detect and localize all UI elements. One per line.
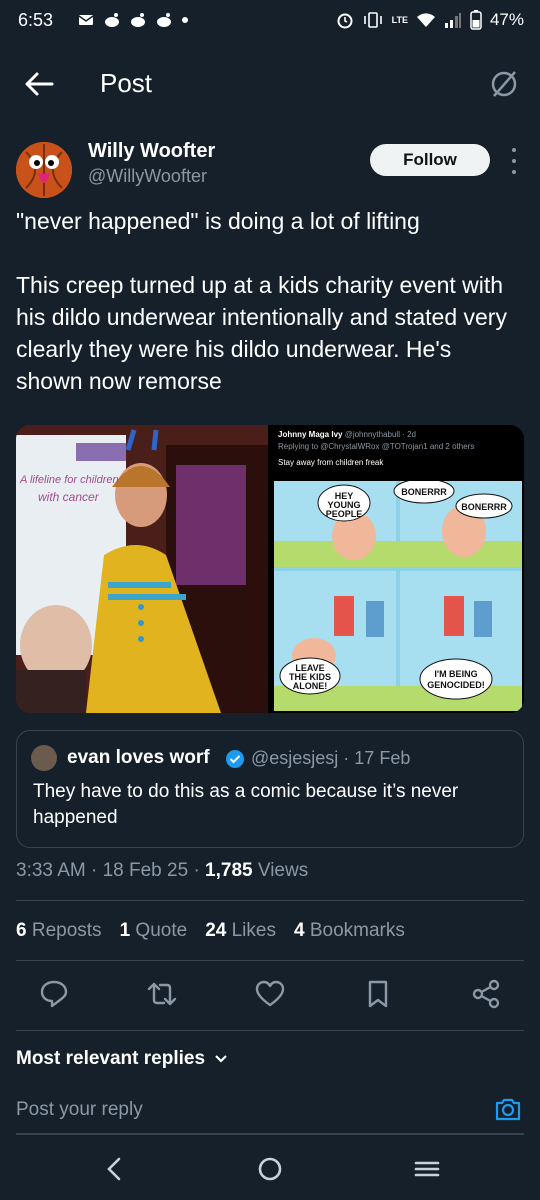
page-title: Post	[100, 68, 153, 98]
app-notification-icon	[131, 13, 145, 27]
like-heart-icon[interactable]	[254, 978, 286, 1010]
mail-icon	[78, 15, 94, 25]
quoted-post[interactable]: evan loves worf @esjesjesj · 17 Feb They…	[16, 730, 524, 848]
nav-back-icon[interactable]	[100, 1154, 130, 1184]
media-photo-charity-event[interactable]: A lifeline for children with cancer	[16, 425, 268, 713]
notification-icons	[78, 12, 188, 28]
quoted-display-name: evan loves worf	[67, 747, 210, 768]
reply-underline	[16, 1133, 524, 1135]
wifi-icon	[416, 13, 435, 27]
comic-bubble-bonerrr-1: BONERRR	[401, 487, 447, 497]
top-bar: Post	[0, 56, 540, 112]
post-stats: 6 Reposts 1 Quote 24 Likes 4 Bookmarks	[16, 920, 405, 942]
more-notifications-dot-icon	[182, 17, 188, 23]
bookmark-icon[interactable]	[362, 978, 394, 1010]
divider	[16, 900, 524, 901]
quoted-text: They have to do this as a comic because …	[33, 781, 459, 828]
likes-stat[interactable]: 24 Likes	[205, 920, 276, 942]
status-right-icons: LTE 47%	[336, 10, 524, 30]
follow-button[interactable]: Follow	[370, 144, 490, 176]
replies-sort-label: Most relevant replies	[16, 1048, 206, 1069]
avatar-image	[16, 142, 72, 198]
divider	[16, 1030, 524, 1031]
alarm-icon	[337, 13, 353, 29]
status-time: 6:53	[18, 10, 54, 30]
views-count: 1,785	[205, 860, 253, 881]
nav-recents-icon[interactable]	[412, 1154, 442, 1184]
nav-home-icon[interactable]	[255, 1154, 285, 1184]
signal-icon	[444, 13, 461, 28]
replies-sort-dropdown[interactable]: Most relevant replies	[16, 1048, 229, 1070]
back-arrow-icon[interactable]	[22, 68, 56, 100]
avatar[interactable]	[16, 142, 72, 198]
grok-icon[interactable]	[488, 68, 520, 100]
network-type-label: LTE	[391, 14, 408, 25]
embedded-post-header: Johnny Maga Ivy @johnnythabull · 2d Repl…	[278, 429, 518, 469]
divider	[16, 960, 524, 961]
comic-bubble-im-being-genocided: I'M BEING GENOCIDED!	[427, 669, 485, 690]
embedded-post-name: Johnny Maga Ivy	[278, 430, 343, 439]
embedded-post-handle: @johnnythabull · 2d	[344, 430, 416, 439]
embedded-post-text: Stay away from children freak	[278, 458, 384, 467]
post-text: "never happened" is doing a lot of lifti…	[16, 208, 507, 394]
sign-text-line1: A lifeline for children	[19, 474, 119, 486]
embedded-post-replying: Replying to @ChrystalWRox @TOTrojan1 and…	[278, 442, 475, 451]
post-meta: 3:33 AM · 18 Feb 25 · 1,785 Views	[16, 860, 308, 882]
more-options-icon[interactable]	[508, 148, 520, 174]
quotes-stat[interactable]: 1 Quote	[120, 920, 188, 942]
comic-bubble-bonerrr-2: BONERRR	[461, 502, 507, 512]
app-notification-icon	[105, 13, 119, 27]
bookmarks-stat[interactable]: 4 Bookmarks	[294, 920, 405, 942]
app-notification-icon	[157, 13, 171, 27]
action-bar	[0, 978, 540, 1018]
reply-icon[interactable]	[38, 978, 70, 1010]
quoted-handle-date: @esjesjesj · 17 Feb	[251, 748, 411, 768]
vibrate-icon	[363, 12, 382, 28]
quoted-avatar[interactable]	[31, 745, 57, 771]
share-icon[interactable]	[470, 978, 502, 1010]
reply-composer	[16, 1095, 524, 1131]
system-navigation-bar	[0, 1140, 540, 1200]
post-timestamp: 3:33 AM · 18 Feb 25 ·	[16, 860, 206, 881]
repost-icon[interactable]	[146, 978, 178, 1010]
media-screenshot-comic[interactable]: Johnny Maga Ivy @johnnythabull · 2d Repl…	[272, 425, 524, 713]
post-media[interactable]: A lifeline for children with cancer John…	[16, 425, 524, 713]
post-author-row: Willy Woofter @WillyWoofter Follow	[16, 138, 524, 198]
chevron-down-icon	[215, 1055, 227, 1063]
verified-badge-icon	[226, 750, 244, 768]
status-bar: 6:53 LTE 47%	[0, 0, 540, 44]
views-label: Views	[252, 860, 309, 881]
reply-input[interactable]	[16, 1095, 476, 1125]
sign-text-line2: with cancer	[38, 490, 100, 504]
reposts-stat[interactable]: 6 Reposts	[16, 920, 102, 942]
battery-icon	[470, 10, 482, 30]
battery-percent: 47%	[489, 10, 524, 29]
event-photo: A lifeline for children with cancer	[16, 425, 268, 713]
comic-strip: HEY YOUNG PEOPLE BONERRR BONERRR LEAVE THE …	[274, 481, 522, 711]
author-handle[interactable]: @WillyWoofter	[88, 166, 207, 187]
camera-icon[interactable]	[494, 1095, 522, 1123]
author-display-name[interactable]: Willy Woofter	[88, 140, 215, 163]
